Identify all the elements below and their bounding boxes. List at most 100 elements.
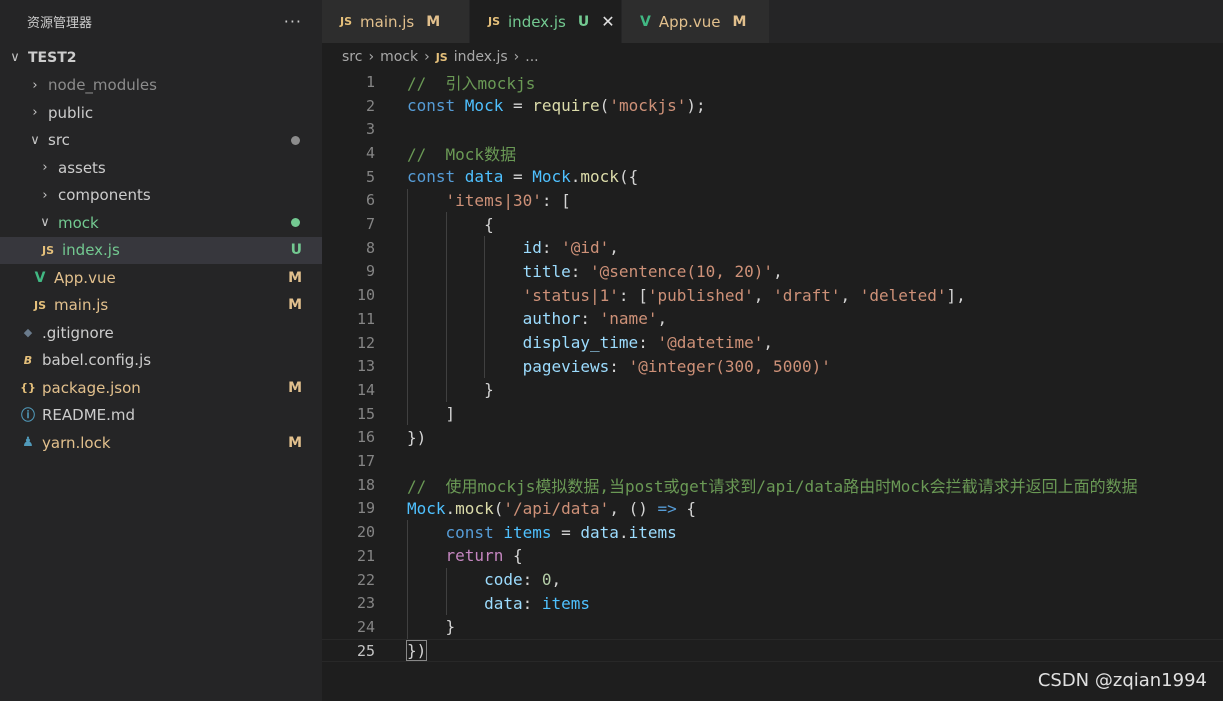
git-status-badge: M — [288, 434, 302, 451]
line-number: 22 — [356, 570, 375, 589]
vue-file-icon: V — [34, 269, 46, 286]
tree-item-mock[interactable]: ∨ mock — [0, 209, 322, 237]
tree-item-yarn-lock[interactable]: ♟ yarn.lock M — [0, 429, 322, 457]
info-file-icon: ⓘ — [21, 408, 35, 425]
tab-main-js[interactable]: JS main.js M — [322, 0, 470, 43]
code-line[interactable]: 9 title: '@sentence(10, 20)', — [322, 259, 1223, 284]
code-line[interactable]: 8 id: '@id', — [322, 235, 1223, 260]
tree-item--gitignore[interactable]: ◆ .gitignore — [0, 319, 322, 347]
js-file-icon: JS — [435, 50, 448, 64]
token: // 使用mockjs模拟数据,当post或get请求到/api/data路由时… — [407, 476, 1138, 496]
js-file-icon: JS — [33, 298, 46, 312]
code-text: } — [407, 380, 494, 399]
breadcrumb-src[interactable]: src — [342, 49, 362, 65]
chevron-right-icon[interactable]: › — [38, 188, 52, 203]
code-line[interactable]: 16}) — [322, 426, 1223, 450]
line-number: 5 — [365, 167, 375, 186]
code-line[interactable]: 23 data: items — [322, 591, 1223, 616]
tree-item-label: TEST2 — [28, 49, 77, 66]
code-line[interactable]: 5 const data = Mock.mock({ — [322, 165, 1223, 189]
token: const — [407, 167, 465, 187]
tab-app-vue[interactable]: V App.vue M — [622, 0, 770, 43]
close-icon[interactable]: ✕ — [601, 12, 614, 31]
code-line[interactable]: 3 — [322, 117, 1223, 141]
tree-item-label: src — [48, 131, 70, 150]
git-change-dot — [291, 218, 300, 228]
token: '@id' — [561, 238, 610, 258]
code-line[interactable]: 13 pageviews: '@integer(300, 5000)' — [322, 354, 1223, 379]
token: 'draft' — [773, 285, 841, 305]
line-number: 18 — [356, 475, 375, 494]
code-line[interactable]: 6 'items|30': [ — [322, 188, 1223, 213]
chevron-right-icon: › — [513, 49, 520, 65]
more-actions-icon[interactable]: ··· — [284, 12, 302, 31]
chevron-right-icon[interactable]: › — [28, 105, 42, 120]
token: 'mockjs' — [609, 96, 687, 116]
tree-item-package-json[interactable]: {} package.json M — [0, 374, 322, 402]
file-tree: ∨ TEST2 › node_modules › public ∨ src › assets › co… — [0, 44, 322, 457]
breadcrumb-symbols[interactable]: ... — [525, 49, 538, 65]
token: ); — [686, 96, 706, 116]
token: : — [609, 356, 629, 376]
tree-item-label: README.md — [42, 406, 136, 425]
chevron-down-icon[interactable]: ∨ — [38, 215, 52, 230]
tree-item-components[interactable]: › components — [0, 182, 322, 210]
code-text: 'status|1': ['published', 'draft', 'dele… — [407, 286, 966, 305]
chevron-right-icon[interactable]: › — [38, 160, 52, 175]
chevron-down-icon[interactable]: ∨ — [8, 50, 22, 65]
code-text: }) — [406, 640, 428, 662]
tree-item-app-vue[interactable]: V App.vue M — [0, 264, 322, 292]
breadcrumb-file[interactable]: index.js — [454, 49, 508, 65]
tree-item-label: mock — [58, 213, 99, 232]
tree-item-babel-config-js[interactable]: Bbabel.config.js — [0, 347, 322, 375]
code-line[interactable]: 12 display_time: '@datetime', — [322, 330, 1223, 355]
line-number: 25 — [356, 641, 375, 660]
code-line[interactable]: 22 code: 0, — [322, 567, 1223, 592]
code-line[interactable]: 15 ] — [322, 401, 1223, 426]
code-line[interactable]: 4 // Mock数据 — [322, 141, 1223, 165]
code-line[interactable]: 17 — [322, 449, 1223, 473]
code-line[interactable]: 11 author: 'name', — [322, 307, 1223, 331]
token: = — [503, 167, 533, 187]
line-number: 2 — [365, 96, 375, 115]
editor-tabs: JS main.js M JS index.js U ✕ V App.vue M — [322, 0, 1223, 43]
tree-item-readme-md[interactable]: ⓘ README.md — [0, 402, 322, 430]
token: . — [618, 522, 629, 542]
token: : — [522, 593, 542, 613]
code-text: // 引入mockjs — [407, 70, 535, 94]
tree-item-index-js[interactable]: JS index.js U — [0, 236, 322, 264]
code-editor[interactable]: 1 // 引入mockjs 2 const Mock = require('mockj… — [322, 70, 1223, 701]
tree-item-public[interactable]: › public — [0, 99, 322, 127]
line-number: 8 — [365, 238, 375, 257]
code-line[interactable]: 2 const Mock = require('mockjs'); — [322, 94, 1223, 118]
breadcrumb-mock[interactable]: mock — [380, 49, 418, 65]
code-line[interactable]: 10 'status|1': ['published', 'draft', 'd… — [322, 283, 1223, 307]
tree-item-src[interactable]: ∨ src — [0, 127, 322, 155]
tree-item-test2[interactable]: ∨ TEST2 — [0, 44, 322, 72]
tree-item-main-js[interactable]: JS main.js M — [0, 292, 322, 320]
code-line[interactable]: 25}) — [322, 638, 1223, 663]
token: = — [503, 96, 533, 116]
chevron-right-icon[interactable]: › — [28, 78, 42, 93]
token: // Mock数据 — [407, 144, 517, 164]
code-line[interactable]: 19 Mock.mock('/api/data', () => { — [322, 497, 1223, 521]
code-line[interactable]: 1 // 引入mockjs — [322, 70, 1223, 94]
tree-item-label: yarn.lock — [42, 433, 111, 452]
code-line[interactable]: 21 return { — [322, 544, 1223, 568]
tab-status-badge: U — [577, 13, 590, 30]
code-line[interactable]: 7 { — [322, 212, 1223, 236]
tab-index-js[interactable]: JS index.js U ✕ — [470, 0, 622, 43]
js-file-icon: JS — [340, 15, 353, 28]
token: require — [532, 96, 600, 116]
code-line[interactable]: 14 } — [322, 378, 1223, 402]
code-line[interactable]: 24 } — [322, 615, 1223, 639]
token: Mock — [464, 96, 504, 116]
tab-status-badge: M — [426, 13, 441, 30]
tree-item-node-modules[interactable]: › node_modules — [0, 72, 322, 100]
code-line[interactable]: 18 // 使用mockjs模拟数据,当post或get请求到/api/data路… — [322, 473, 1223, 497]
token: const — [445, 522, 504, 542]
tree-item-assets[interactable]: › assets — [0, 154, 322, 182]
line-number: 1 — [365, 72, 375, 91]
code-line[interactable]: 20 const items = data.items — [322, 520, 1223, 544]
chevron-down-icon[interactable]: ∨ — [28, 133, 42, 148]
